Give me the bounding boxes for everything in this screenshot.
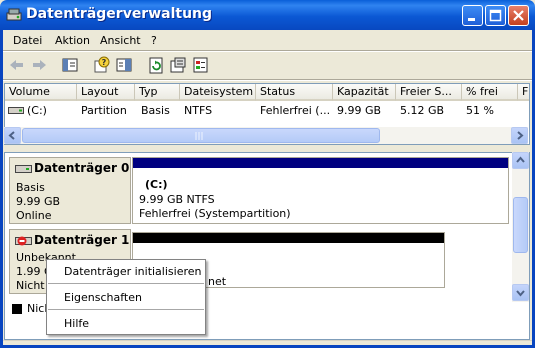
settings-icon[interactable] (191, 55, 211, 75)
cell-prozent-frei: 51 % (466, 104, 494, 117)
disk-error-icon (15, 236, 32, 246)
arrow-down-icon (516, 290, 525, 297)
cell-kapazitaet: 9.99 GB (337, 104, 382, 117)
minimize-button[interactable] (462, 5, 483, 26)
arrow-left-icon (8, 131, 15, 140)
disk-0-info[interactable]: Datenträger 0 Basis 9.99 GB Online (9, 157, 131, 224)
horizontal-scroll-thumb[interactable] (22, 128, 380, 143)
arrow-up-icon (516, 156, 525, 163)
volume-c-detail: 9.99 GB NTFS (139, 193, 215, 206)
unallocated-bar (133, 233, 444, 243)
column-header-prozent-frei[interactable]: % frei (462, 84, 518, 101)
vertical-scrollbar[interactable] (512, 152, 529, 302)
scroll-left-button[interactable] (4, 127, 21, 144)
close-button[interactable] (508, 5, 529, 26)
disk-0-type: Basis (16, 181, 45, 194)
window-title: Datenträgerverwaltung (26, 6, 213, 22)
arrow-right-icon (517, 131, 524, 140)
properties-icon[interactable] (168, 55, 188, 75)
column-header-fehlertoleranz[interactable]: F (518, 84, 529, 101)
scroll-up-button[interactable] (512, 152, 529, 169)
menu-ansicht[interactable]: Ansicht (100, 34, 141, 47)
close-icon (513, 10, 524, 21)
scroll-down-button[interactable] (512, 284, 529, 301)
context-menu-separator (48, 309, 204, 310)
show-hide-tree-icon[interactable] (60, 55, 80, 75)
disk-management-icon (6, 8, 22, 21)
refresh-icon[interactable] (146, 55, 166, 75)
maximize-icon (489, 9, 502, 22)
disk-0-size: 9.99 GB (16, 195, 61, 208)
disk-1-name: Datenträger 1 (34, 233, 130, 247)
disk-icon (15, 165, 32, 173)
menu-bar: Datei Aktion Ansicht ? (0, 30, 535, 50)
cell-typ: Basis (141, 104, 170, 117)
primary-partition-bar (133, 158, 508, 168)
cell-volume: (C:) (27, 104, 47, 117)
column-header-freier-speicher[interactable]: Freier S... (396, 84, 462, 101)
disk-0-status: Online (16, 209, 52, 222)
column-header-volume[interactable]: Volume (5, 84, 77, 101)
volume-c-label: (C:) (145, 178, 168, 191)
toolbar: ? (0, 52, 535, 78)
view-icon[interactable] (114, 55, 134, 75)
legend-unallocated-swatch (12, 304, 22, 314)
column-header-status[interactable]: Status (256, 84, 333, 101)
menu-help[interactable]: ? (151, 34, 157, 47)
volume-c-partition[interactable]: (C:) 9.99 GB NTFS Fehlerfrei (Systempart… (132, 157, 509, 224)
toolbar-separator (0, 79, 535, 81)
window: Datenträgerverwaltung Datei Aktion Ansic… (0, 0, 535, 348)
back-arrow-icon[interactable] (7, 55, 27, 75)
forward-arrow-icon[interactable] (29, 55, 49, 75)
cell-dateisystem: NTFS (184, 104, 213, 117)
menu-datei[interactable]: Datei (13, 34, 42, 47)
grip-icon (195, 132, 203, 140)
unallocated-label: net (208, 275, 227, 288)
scroll-right-button[interactable] (511, 127, 528, 144)
context-menu-separator (48, 283, 204, 284)
column-header-layout[interactable]: Layout (77, 84, 135, 101)
minimize-icon (468, 18, 475, 21)
context-menu: Datenträger initialisieren Eigenschaften… (46, 259, 206, 335)
status-bar (0, 340, 535, 348)
title-bar[interactable]: Datenträgerverwaltung (0, 0, 535, 30)
cell-status: Fehlerfrei (... (260, 104, 331, 117)
volume-c-status: Fehlerfrei (Systempartition) (139, 207, 291, 220)
column-header-dateisystem[interactable]: Dateisystem (180, 84, 256, 101)
disk-0-name: Datenträger 0 (34, 161, 130, 175)
drive-icon (8, 107, 24, 114)
column-header-kapazitaet[interactable]: Kapazität (333, 84, 396, 101)
maximize-button[interactable] (485, 5, 506, 26)
svg-text:?: ? (102, 58, 107, 67)
help-properties-icon[interactable]: ? (92, 55, 112, 75)
cell-freier-speicher: 5.12 GB (400, 104, 445, 117)
menu-aktion[interactable]: Aktion (55, 34, 90, 47)
cell-layout: Partition (81, 104, 127, 117)
menu-item-help[interactable]: Hilfe (64, 317, 89, 330)
vertical-scroll-thumb[interactable] (513, 197, 528, 253)
column-header-typ[interactable]: Typ (135, 84, 180, 101)
menu-item-initialize-disk[interactable]: Datenträger initialisieren (64, 265, 202, 278)
horizontal-scrollbar[interactable] (4, 127, 528, 144)
menu-item-properties[interactable]: Eigenschaften (64, 291, 142, 304)
